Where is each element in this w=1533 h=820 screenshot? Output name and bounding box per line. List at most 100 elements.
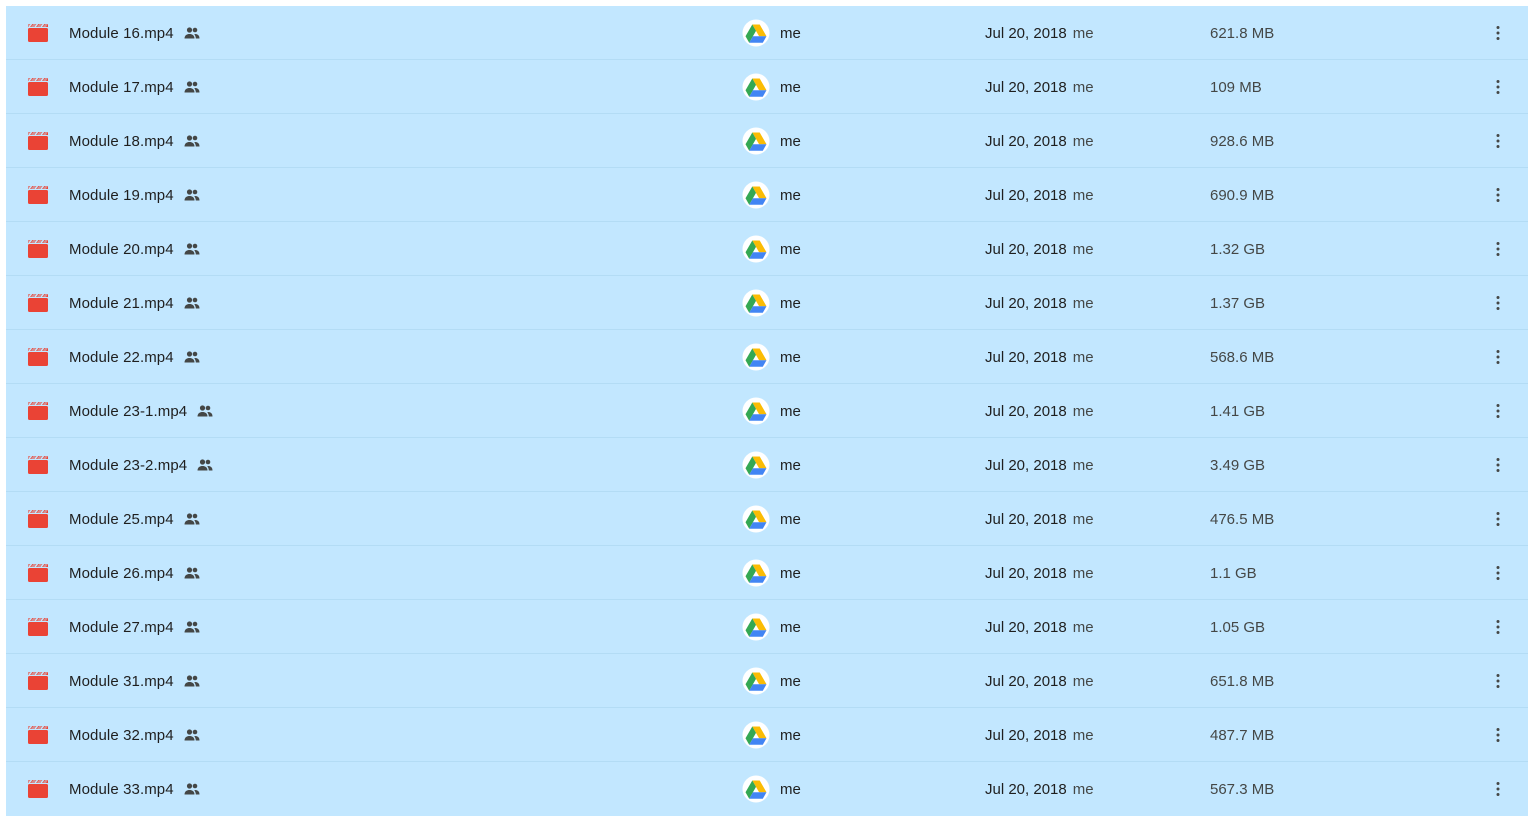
file-row[interactable]: Module 26.mp4 me Jul 20, 2018 me 1.1 GB (6, 546, 1528, 600)
file-name[interactable]: Module 22.mp4 (69, 349, 174, 366)
location-cell[interactable]: me (742, 600, 801, 654)
people-icon (197, 405, 213, 417)
file-size: 1.05 GB (1210, 618, 1266, 636)
more-actions-button[interactable] (1480, 231, 1516, 267)
modified-by: me (1072, 618, 1094, 636)
location-cell[interactable]: me (742, 222, 801, 276)
file-name[interactable]: Module 31.mp4 (69, 673, 174, 690)
location-cell[interactable]: me (742, 114, 801, 168)
file-name-cell[interactable]: Module 33.mp4 (69, 762, 202, 816)
location-cell[interactable]: me (742, 438, 801, 492)
more-vert-icon (1496, 728, 1500, 742)
file-name-cell[interactable]: Module 31.mp4 (69, 654, 202, 708)
modified-date: Jul 20, 2018 (985, 240, 1067, 258)
location-cell[interactable]: me (742, 60, 801, 114)
file-name-cell[interactable]: Module 23-1.mp4 (69, 384, 215, 438)
file-row[interactable]: Module 23-2.mp4 me Jul 20, 2018 me 3.49 … (6, 438, 1528, 492)
file-row[interactable]: Module 27.mp4 me Jul 20, 2018 me 1.05 GB (6, 600, 1528, 654)
modified-by: me (1072, 348, 1094, 366)
file-row[interactable]: Module 21.mp4 me Jul 20, 2018 me 1.37 GB (6, 276, 1528, 330)
file-name[interactable]: Module 23-1.mp4 (69, 403, 187, 420)
file-row[interactable]: Module 16.mp4 me Jul 20, 2018 me 621.8 M… (6, 6, 1528, 60)
modified-date: Jul 20, 2018 (985, 780, 1067, 798)
last-modified-cell: Jul 20, 2018 me (985, 330, 1094, 384)
more-vert-icon (1496, 674, 1500, 688)
more-actions-button[interactable] (1480, 609, 1516, 645)
file-name-cell[interactable]: Module 25.mp4 (69, 492, 202, 546)
file-name-cell[interactable]: Module 20.mp4 (69, 222, 202, 276)
location-cell[interactable]: me (742, 168, 801, 222)
file-name-cell[interactable]: Module 32.mp4 (69, 708, 202, 762)
more-actions-button[interactable] (1480, 717, 1516, 753)
file-name[interactable]: Module 21.mp4 (69, 295, 174, 312)
file-name-cell[interactable]: Module 16.mp4 (69, 6, 202, 60)
more-vert-icon (1496, 512, 1500, 526)
location-cell[interactable]: me (742, 492, 801, 546)
people-icon (184, 27, 200, 39)
location-cell[interactable]: me (742, 384, 801, 438)
file-row[interactable]: Module 25.mp4 me Jul 20, 2018 me 476.5 M… (6, 492, 1528, 546)
file-row[interactable]: Module 32.mp4 me Jul 20, 2018 me 487.7 M… (6, 708, 1528, 762)
location-cell[interactable]: me (742, 6, 801, 60)
file-name-cell[interactable]: Module 19.mp4 (69, 168, 202, 222)
people-icon (184, 297, 200, 309)
more-actions-button[interactable] (1480, 447, 1516, 483)
location-cell[interactable]: me (742, 546, 801, 600)
location-cell[interactable]: me (742, 762, 801, 816)
file-row[interactable]: Module 20.mp4 me Jul 20, 2018 me 1.32 GB (6, 222, 1528, 276)
location-cell[interactable]: me (742, 654, 801, 708)
last-modified-cell: Jul 20, 2018 me (985, 384, 1094, 438)
file-name-cell[interactable]: Module 26.mp4 (69, 546, 202, 600)
file-row[interactable]: Module 18.mp4 me Jul 20, 2018 me 928.6 M… (6, 114, 1528, 168)
file-name-cell[interactable]: Module 18.mp4 (69, 114, 202, 168)
file-name[interactable]: Module 33.mp4 (69, 781, 174, 798)
google-drive-icon (742, 343, 770, 371)
file-name-cell[interactable]: Module 23-2.mp4 (69, 438, 215, 492)
file-name[interactable]: Module 18.mp4 (69, 133, 174, 150)
file-name[interactable]: Module 27.mp4 (69, 619, 174, 636)
video-icon (28, 725, 48, 744)
file-row[interactable]: Module 17.mp4 me Jul 20, 2018 me 109 MB (6, 60, 1528, 114)
location-cell[interactable]: me (742, 708, 801, 762)
more-actions-button[interactable] (1480, 393, 1516, 429)
more-actions-button[interactable] (1480, 555, 1516, 591)
last-modified-cell: Jul 20, 2018 me (985, 438, 1094, 492)
more-actions-button[interactable] (1480, 339, 1516, 375)
more-actions-button[interactable] (1480, 15, 1516, 51)
file-name[interactable]: Module 19.mp4 (69, 187, 174, 204)
file-name[interactable]: Module 25.mp4 (69, 511, 174, 528)
modified-date: Jul 20, 2018 (985, 24, 1067, 42)
file-row[interactable]: Module 31.mp4 me Jul 20, 2018 me 651.8 M… (6, 654, 1528, 708)
file-name[interactable]: Module 26.mp4 (69, 565, 174, 582)
file-name-cell[interactable]: Module 27.mp4 (69, 600, 202, 654)
file-name[interactable]: Module 16.mp4 (69, 25, 174, 42)
more-actions-button[interactable] (1480, 69, 1516, 105)
file-row[interactable]: Module 33.mp4 me Jul 20, 2018 me 567.3 M… (6, 762, 1528, 816)
file-name-cell[interactable]: Module 22.mp4 (69, 330, 202, 384)
file-size: 651.8 MB (1210, 672, 1275, 690)
more-actions-button[interactable] (1480, 771, 1516, 807)
file-name[interactable]: Module 20.mp4 (69, 241, 174, 258)
location-cell[interactable]: me (742, 276, 801, 330)
file-name[interactable]: Module 23-2.mp4 (69, 457, 187, 474)
more-actions-button[interactable] (1480, 501, 1516, 537)
file-row[interactable]: Module 19.mp4 me Jul 20, 2018 me 690.9 M… (6, 168, 1528, 222)
owner: me (780, 240, 801, 258)
people-icon (184, 675, 200, 687)
file-name[interactable]: Module 32.mp4 (69, 727, 174, 744)
people-icon (184, 621, 200, 633)
file-name-cell[interactable]: Module 21.mp4 (69, 276, 202, 330)
more-actions-button[interactable] (1480, 177, 1516, 213)
owner: me (780, 348, 801, 366)
more-actions-button[interactable] (1480, 285, 1516, 321)
more-actions-button[interactable] (1480, 123, 1516, 159)
more-actions-button[interactable] (1480, 663, 1516, 699)
file-name-cell[interactable]: Module 17.mp4 (69, 60, 202, 114)
file-row[interactable]: Module 23-1.mp4 me Jul 20, 2018 me 1.41 … (6, 384, 1528, 438)
file-name[interactable]: Module 17.mp4 (69, 79, 174, 96)
location-cell[interactable]: me (742, 330, 801, 384)
last-modified-cell: Jul 20, 2018 me (985, 276, 1094, 330)
people-icon (197, 459, 213, 471)
file-row[interactable]: Module 22.mp4 me Jul 20, 2018 me 568.6 M… (6, 330, 1528, 384)
video-icon (28, 455, 48, 474)
